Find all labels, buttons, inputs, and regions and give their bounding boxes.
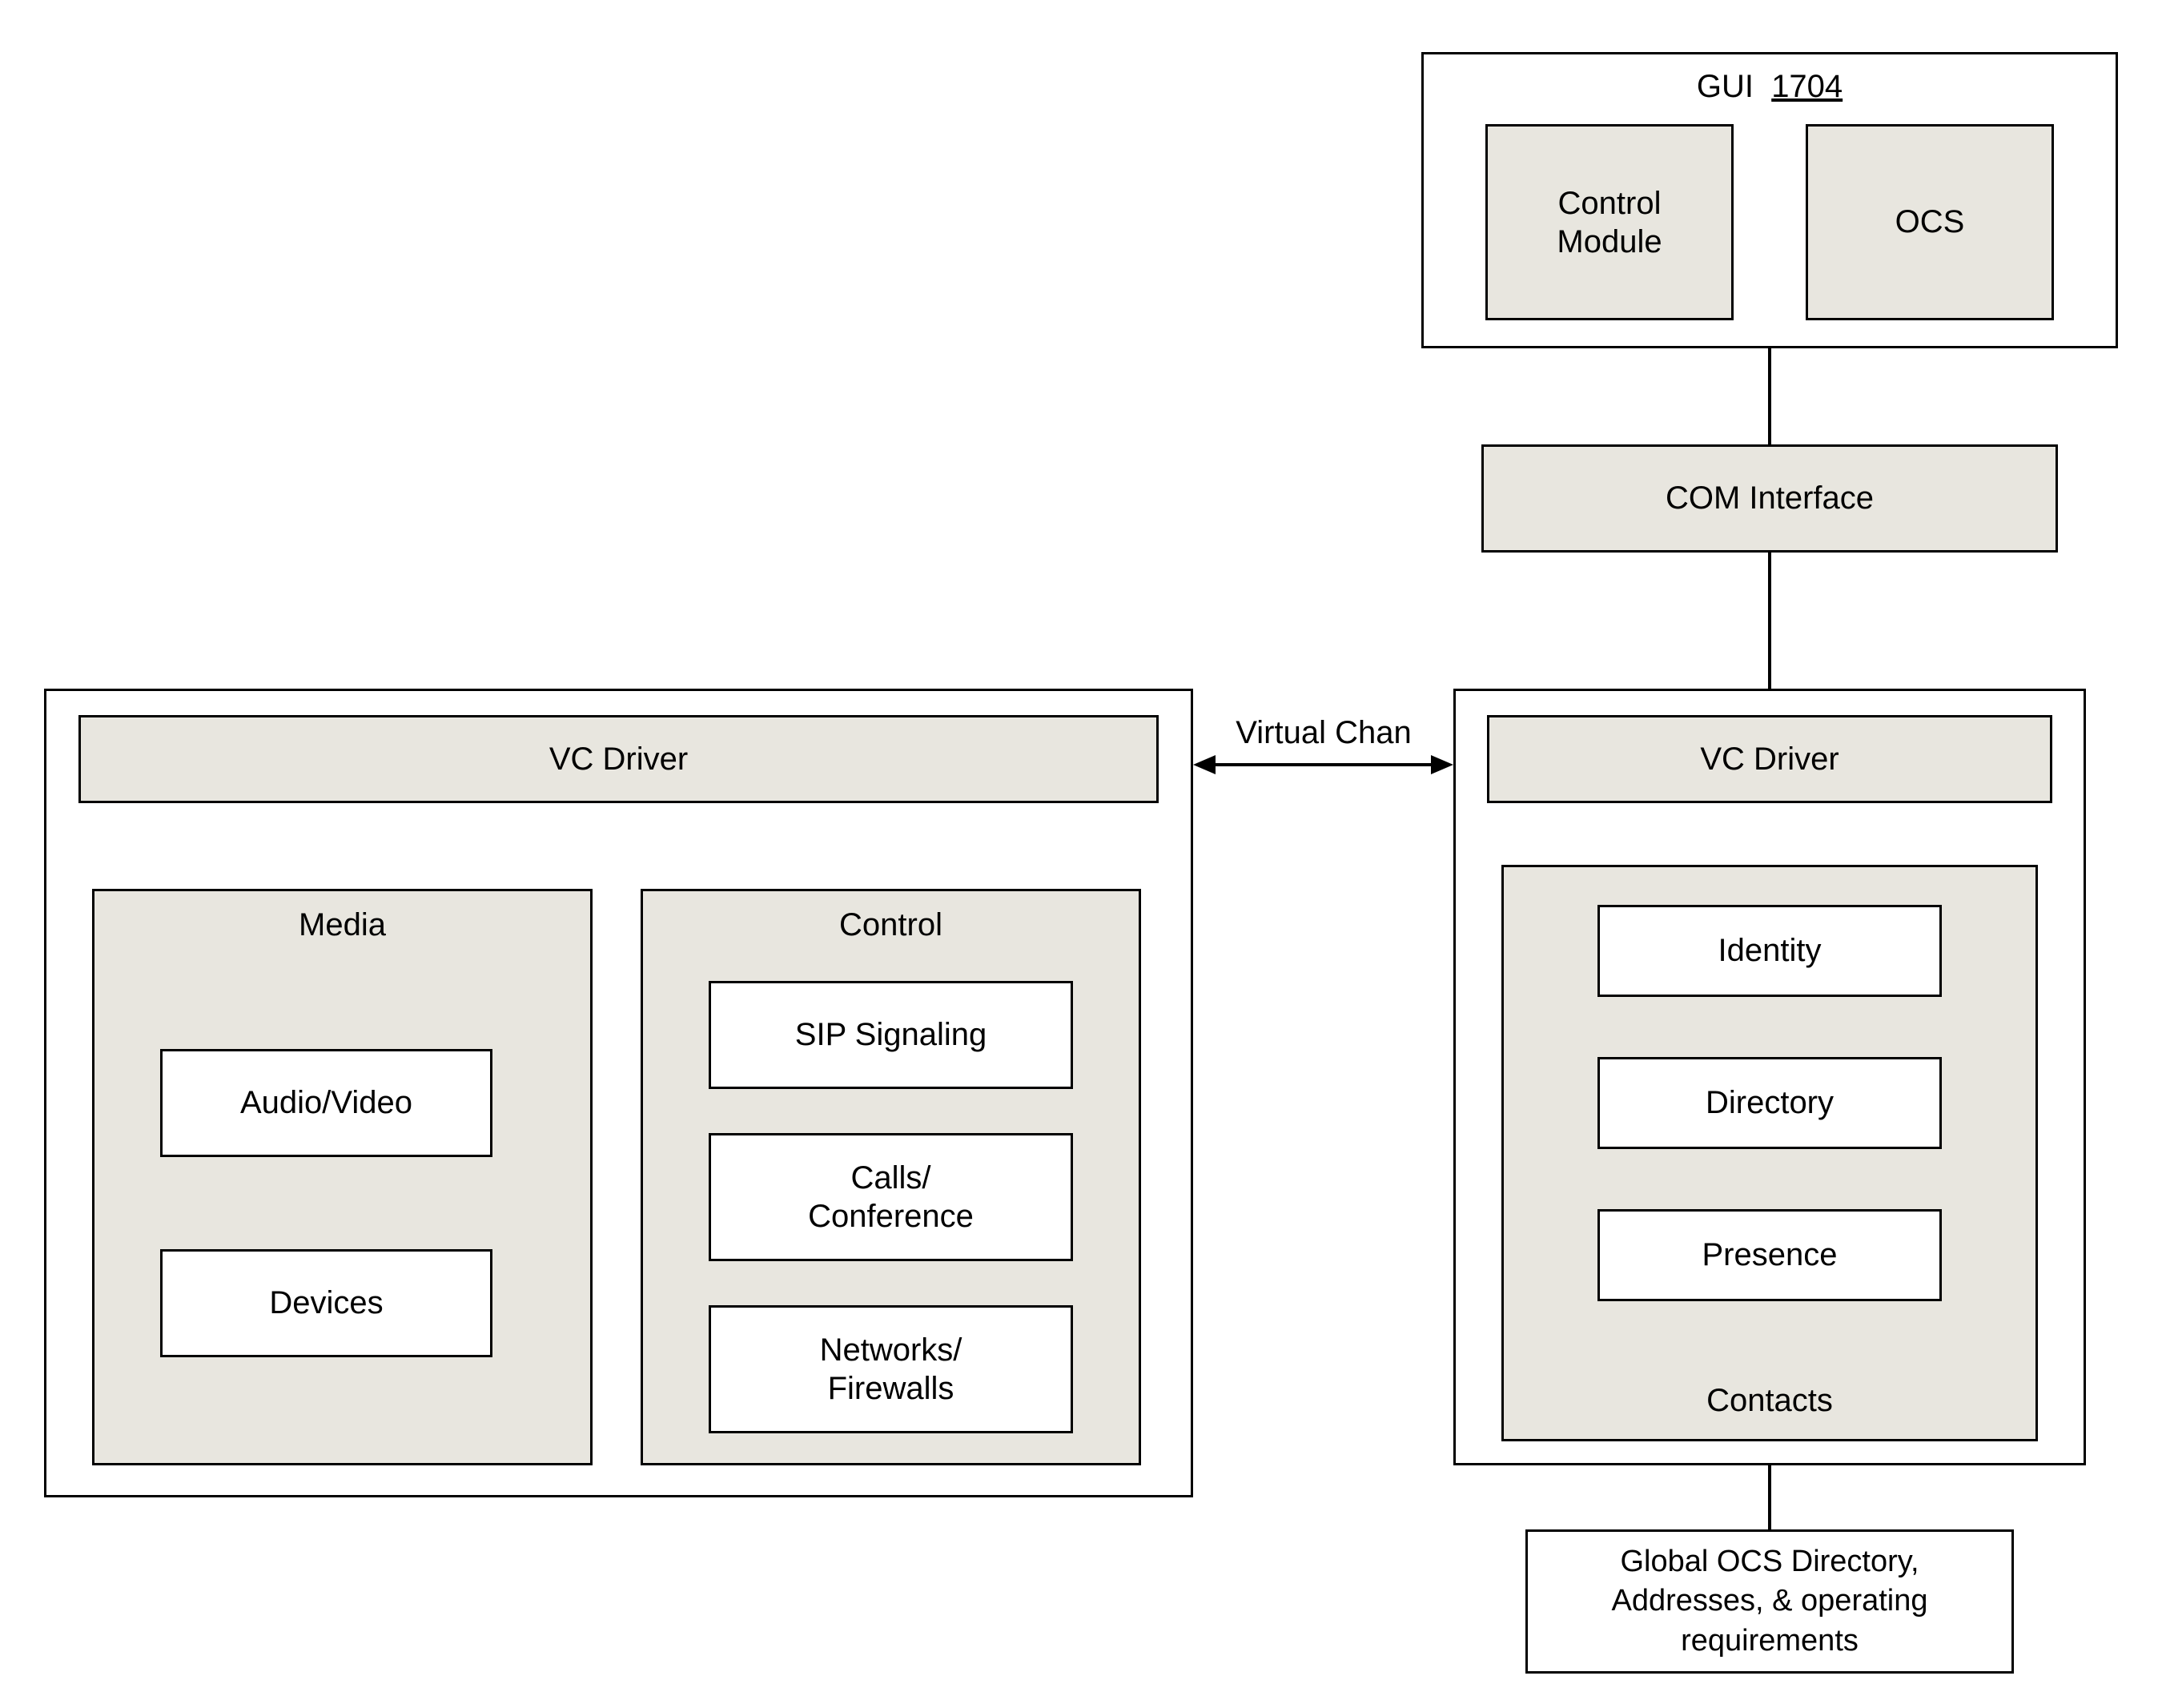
bidirectional-arrow-icon — [1193, 749, 1453, 781]
audio-video-box: Audio/Video — [160, 1049, 492, 1157]
audio-video-label: Audio/Video — [240, 1085, 412, 1121]
gui-number: 1704 — [1771, 69, 1843, 104]
sip-signaling-label: SIP Signaling — [795, 1017, 987, 1053]
virtual-chan-label: Virtual Chan — [1208, 715, 1440, 751]
right-vc-driver: VC Driver — [1487, 715, 2052, 803]
directory-label: Directory — [1706, 1085, 1834, 1121]
line-right-global — [1768, 1465, 1771, 1529]
media-box: Media — [92, 889, 593, 1465]
calls-conference-box: Calls/ Conference — [709, 1133, 1073, 1261]
global-ocs-label: Global OCS Directory, Addresses, & opera… — [1611, 1542, 1927, 1661]
line-com-vc — [1768, 553, 1771, 689]
calls-conference-label: Calls/ Conference — [808, 1159, 974, 1236]
presence-label: Presence — [1702, 1237, 1838, 1273]
devices-box: Devices — [160, 1249, 492, 1357]
sip-signaling-box: SIP Signaling — [709, 981, 1073, 1089]
ocs-label: OCS — [1895, 204, 1965, 240]
com-interface-box: COM Interface — [1481, 444, 2058, 553]
media-title: Media — [94, 907, 590, 943]
networks-firewalls-label: Networks/ Firewalls — [820, 1331, 962, 1408]
control-title: Control — [643, 907, 1139, 943]
gui-title-row: GUI 1704 — [1424, 69, 2116, 105]
line-gui-com — [1768, 348, 1771, 444]
contacts-title: Contacts — [1504, 1383, 2035, 1419]
devices-label: Devices — [269, 1285, 383, 1321]
global-ocs-box: Global OCS Directory, Addresses, & opera… — [1525, 1529, 2014, 1674]
control-module-label: Control Module — [1557, 184, 1662, 261]
presence-box: Presence — [1597, 1209, 1942, 1301]
ocs-box: OCS — [1806, 124, 2054, 320]
directory-box: Directory — [1597, 1057, 1942, 1149]
right-vc-driver-label: VC Driver — [1700, 741, 1839, 778]
identity-label: Identity — [1718, 933, 1822, 969]
left-vc-driver: VC Driver — [78, 715, 1159, 803]
com-interface-label: COM Interface — [1666, 480, 1874, 516]
gui-title: GUI — [1697, 69, 1754, 104]
networks-firewalls-box: Networks/ Firewalls — [709, 1305, 1073, 1433]
control-module-box: Control Module — [1485, 124, 1734, 320]
identity-box: Identity — [1597, 905, 1942, 997]
left-vc-driver-label: VC Driver — [549, 741, 688, 778]
